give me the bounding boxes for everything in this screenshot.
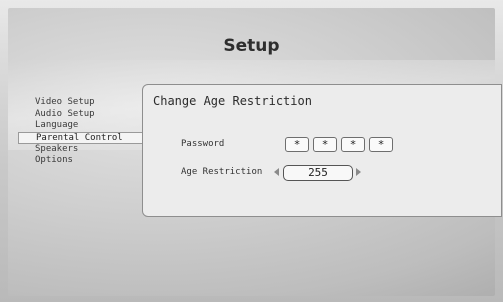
menu-item-speakers[interactable]: Speakers (33, 144, 143, 156)
menu-item-options[interactable]: Options (33, 155, 143, 167)
password-digit-1[interactable]: * (285, 137, 309, 152)
age-restriction-value[interactable]: 255 (283, 165, 353, 181)
setup-menu: Video Setup Audio Setup Language Parenta… (18, 97, 162, 167)
parental-control-panel: Change Age Restriction Password * * * * … (142, 84, 502, 217)
right-arrow-icon[interactable] (356, 168, 361, 176)
left-arrow-icon[interactable] (274, 168, 279, 176)
menu-item-video-setup[interactable]: Video Setup (33, 97, 143, 109)
password-digit-3[interactable]: * (341, 137, 365, 152)
panel-title: Change Age Restriction (153, 94, 312, 108)
menu-item-language[interactable]: Language (33, 120, 143, 132)
password-digit-4[interactable]: * (369, 137, 393, 152)
menu-item-parental-control[interactable]: Parental Control (18, 131, 162, 144)
menu-item-audio-setup[interactable]: Audio Setup (33, 109, 143, 121)
password-label: Password (181, 139, 225, 149)
age-restriction-label: Age Restriction (181, 167, 263, 177)
page-title: Setup (223, 36, 280, 56)
password-digit-2[interactable]: * (313, 137, 337, 152)
